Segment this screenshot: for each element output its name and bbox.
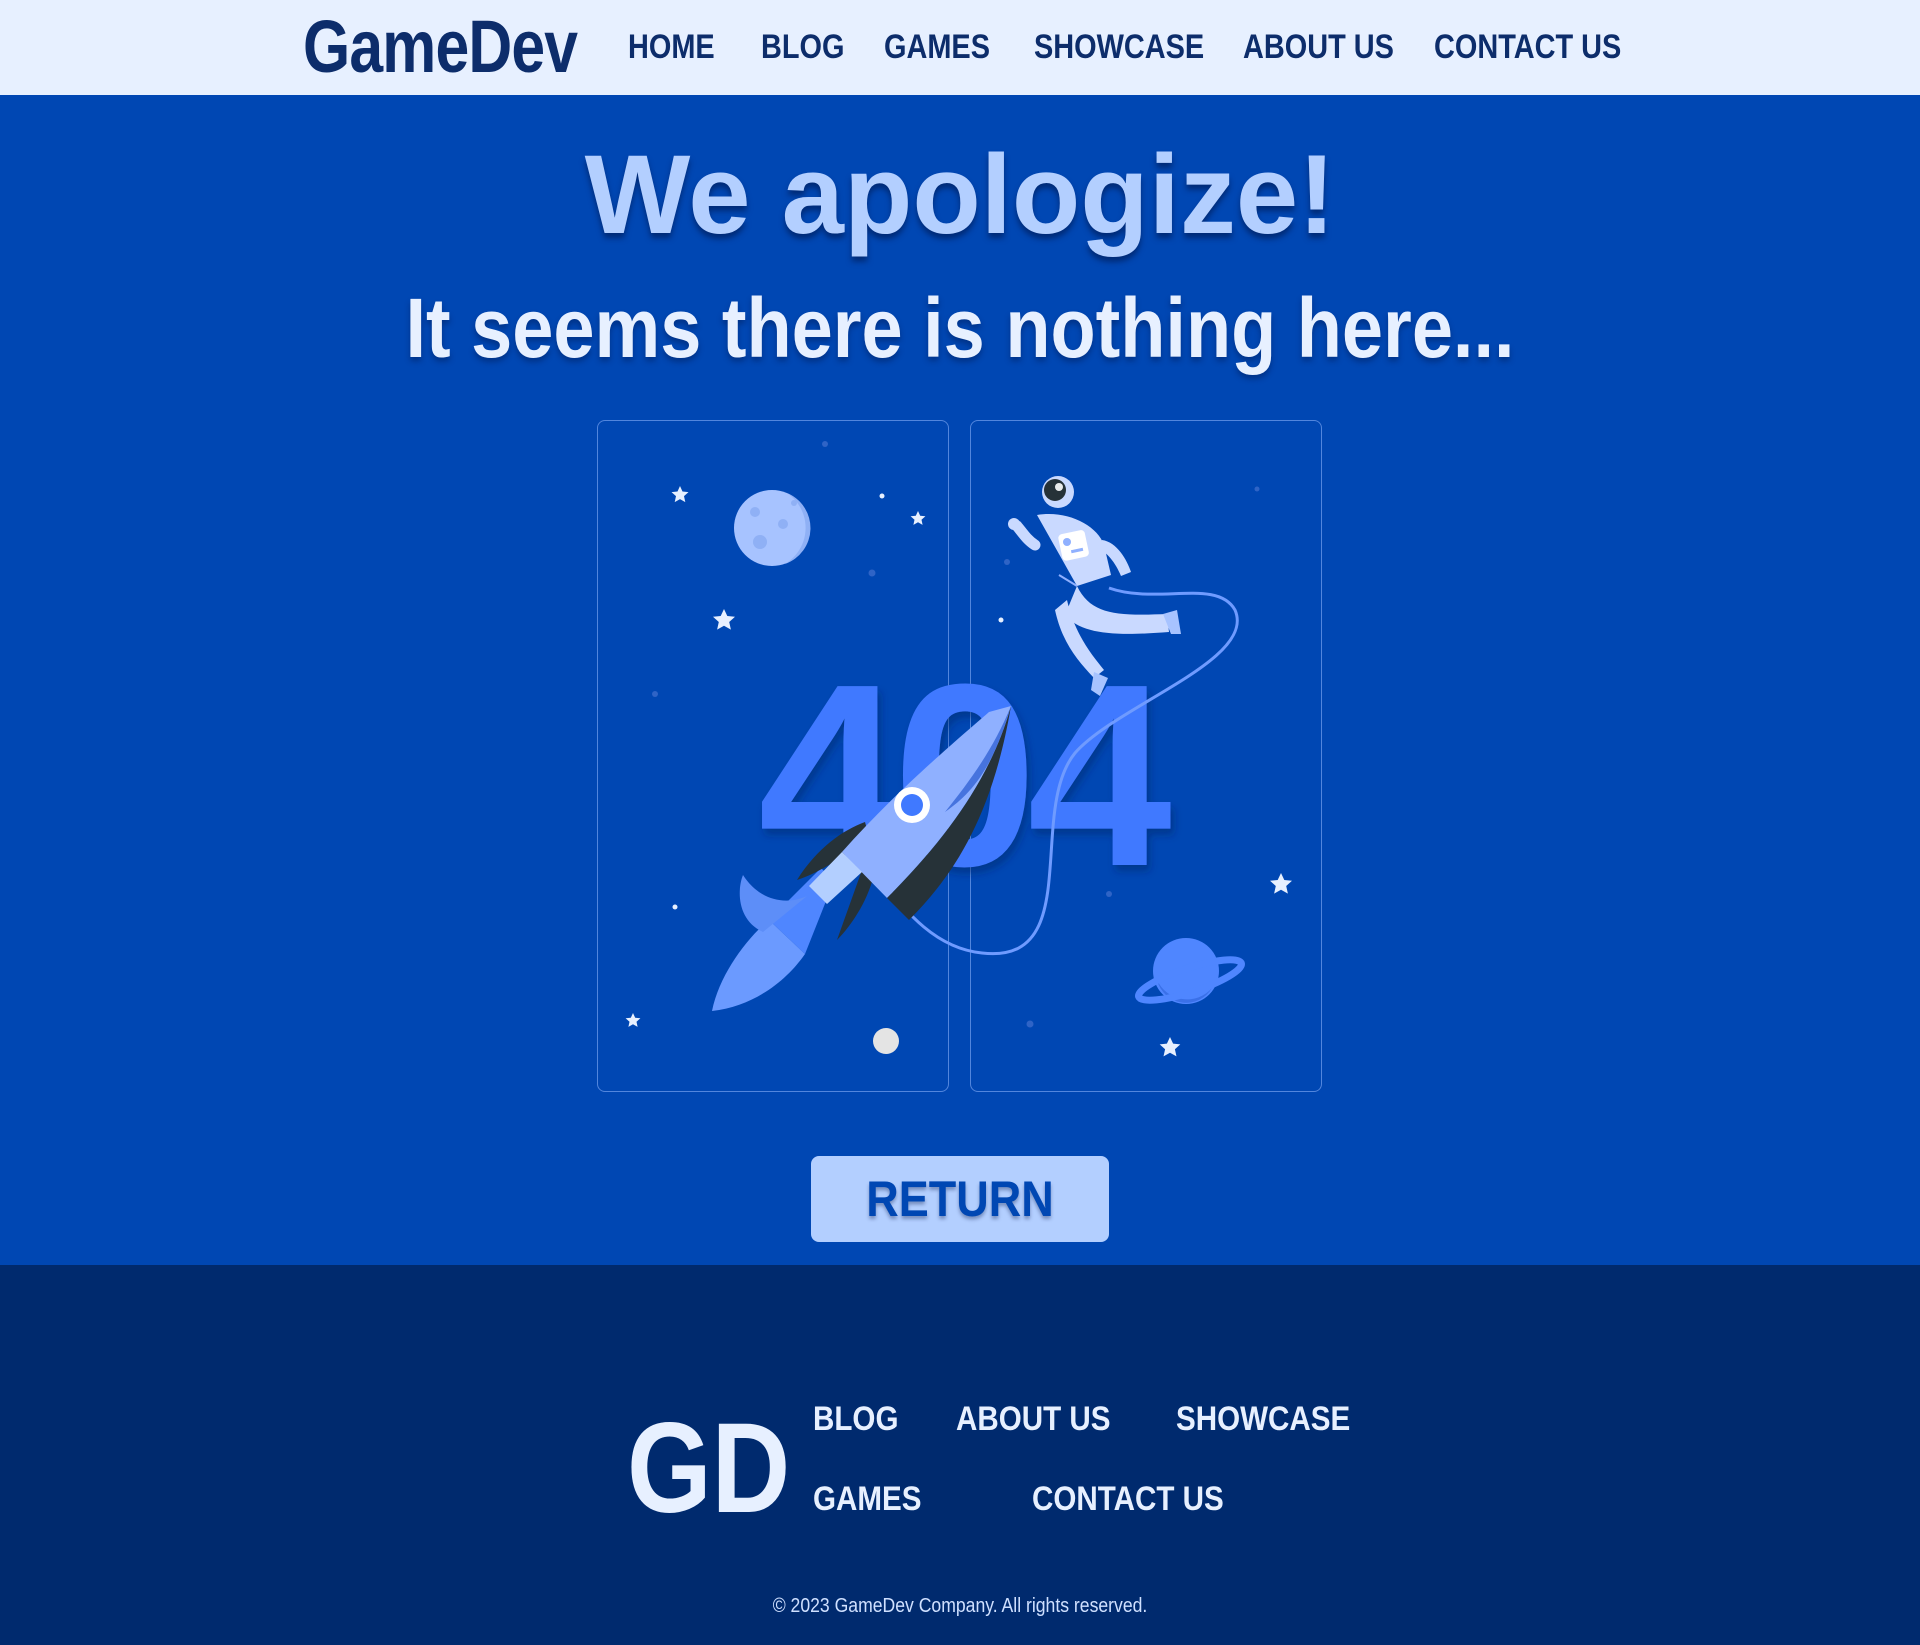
planet-icon	[1135, 938, 1245, 1004]
nav-blog[interactable]: BLOG	[761, 28, 844, 67]
footer-link-about-us[interactable]: ABOUT US	[956, 1400, 1110, 1439]
return-button[interactable]: RETURN	[811, 1156, 1109, 1242]
footer-link-showcase[interactable]: SHOWCASE	[1176, 1400, 1350, 1439]
brand-logo[interactable]: GameDev	[303, 4, 578, 89]
error-hero: We apologize! It seems there is nothing …	[0, 95, 1920, 1265]
nav-contact-us[interactable]: CONTACT US	[1434, 28, 1621, 67]
footer-link-blog[interactable]: BLOG	[813, 1400, 898, 1439]
footer-logo[interactable]: GD	[627, 1395, 790, 1542]
ball-icon	[873, 1028, 899, 1054]
page-title: We apologize!	[584, 132, 1336, 257]
page-subtitle: It seems there is nothing here...	[405, 281, 1515, 375]
nav-about-us[interactable]: ABOUT US	[1243, 28, 1394, 67]
space-scene: 404	[625, 441, 1292, 1057]
footer-link-games[interactable]: GAMES	[813, 1480, 921, 1519]
footer-link-contact-us[interactable]: CONTACT US	[1032, 1480, 1224, 1519]
site-footer: GD BLOG ABOUT US SHOWCASE GAMES CONTACT …	[0, 1265, 1920, 1645]
top-nav: GameDev HOME BLOG GAMES SHOWCASE ABOUT U…	[0, 0, 1920, 95]
return-button-label: RETURN	[866, 1171, 1054, 1227]
nav-games[interactable]: GAMES	[884, 28, 990, 67]
nav-showcase[interactable]: SHOWCASE	[1034, 28, 1204, 67]
moon-icon	[734, 490, 811, 566]
copyright-text: © 2023 GameDev Company. All rights reser…	[772, 1595, 1148, 1617]
nav-home[interactable]: HOME	[628, 28, 715, 67]
404-illustration: 404	[597, 420, 1323, 1092]
